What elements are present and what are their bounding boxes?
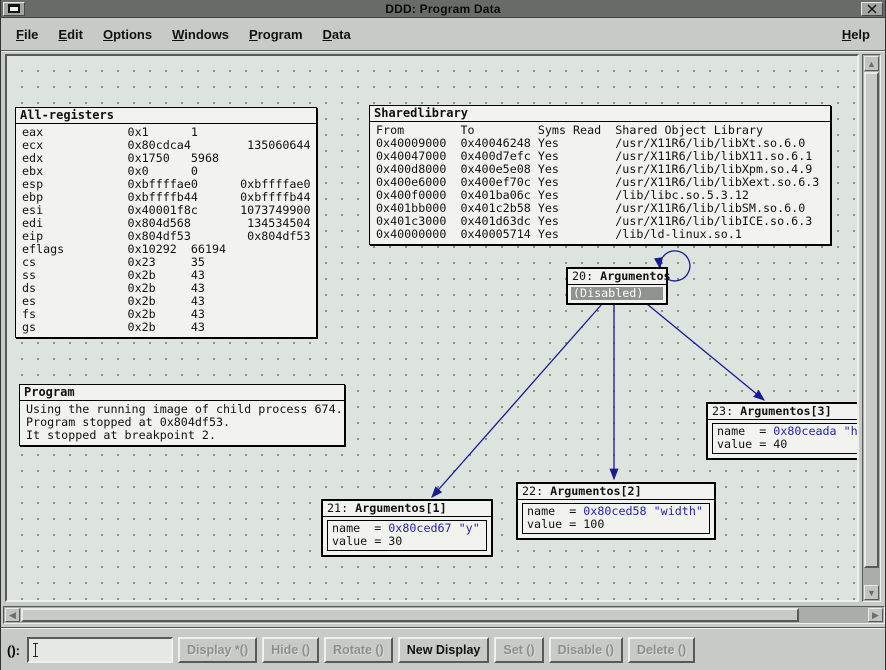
window-title: DDD: Program Data [25,2,861,16]
menu-help[interactable]: Help [839,25,873,44]
node-value-box[interactable]: name =0x80ced58 "width" value =100 [522,503,710,534]
display-button[interactable]: Display *() [178,637,257,663]
data-canvas: All-registers eax 0x1 1ecx 0x80cdca4 135… [5,54,859,602]
scroll-right-button[interactable]: ▶ [868,608,883,622]
vertical-scroll-thumb[interactable] [864,72,879,568]
scroll-down-icon: ▼ [867,588,876,598]
argument-prompt: (): [7,643,20,658]
node-value-box[interactable]: name =0x80ced67 "y" value =30 [327,520,487,551]
menubar: File Edit Options Windows Program Data H… [1,18,885,50]
titlebar[interactable]: DDD: Program Data [1,0,885,18]
display-all-registers[interactable]: All-registers eax 0x1 1ecx 0x80cdca4 135… [15,107,317,338]
menu-options[interactable]: Options [100,25,155,44]
graph-node-20-argumentos[interactable]: 20: Argumentos (Disabled) [566,267,668,305]
vertical-scrollbar[interactable]: ▲ ▼ [862,54,881,602]
program-status-line: It stopped at breakpoint 2. [26,429,338,442]
graph-node-22-argumentos-2[interactable]: 22: Argumentos[2] name =0x80ced58 "width… [516,482,716,540]
node-title: 23: Argumentos[3] [708,404,859,420]
field-value: value =40 [717,438,859,451]
window-menu-icon [8,4,20,13]
registers-body: eax 0x1 1ecx 0x80cdca4 135060644edx 0x17… [16,124,316,337]
menu-edit[interactable]: Edit [55,25,86,44]
display-title: Program [20,385,344,401]
graph-node-21-argumentos-1[interactable]: 21: Argumentos[1] name =0x80ced67 "y" va… [321,499,493,557]
display-title: All-registers [16,108,316,124]
menu-data[interactable]: Data [320,25,354,44]
close-button[interactable] [861,2,883,16]
node-title: 21: Argumentos[1] [323,501,491,517]
close-icon [867,4,877,14]
field-value: value =100 [527,518,705,531]
menu-windows[interactable]: Windows [169,25,232,44]
scroll-up-button[interactable]: ▲ [864,56,879,71]
content-row: All-registers eax 0x1 1ecx 0x80cdca4 135… [1,52,885,604]
display-program-status[interactable]: Program Using the running image of child… [19,384,345,446]
display-title: Sharedlibrary [370,106,830,122]
library-row: 0x40000000 0x40005714 Yes /lib/ld-linux.… [376,228,824,241]
node-title: 22: Argumentos[2] [518,484,714,500]
scroll-down-button[interactable]: ▼ [864,585,879,600]
register-row: gs 0x2b 43 [22,321,310,334]
horizontal-scroll-thumb[interactable] [21,608,799,622]
node-title: 20: Argumentos [568,269,666,285]
horizontal-scrollbar[interactable]: ◀ ▶ [3,606,885,624]
new-display-button[interactable]: New Display [398,637,490,663]
node-value-box[interactable]: name =0x80ceada "h value =40 [712,423,859,454]
field-value: value =30 [332,535,482,548]
graph-node-23-argumentos-3[interactable]: 23: Argumentos[3] name =0x80ceada "h val… [706,402,859,460]
display-sharedlibrary[interactable]: Sharedlibrary From To Syms Read Shared O… [369,105,831,245]
scroll-up-icon: ▲ [867,59,876,69]
rotate-button[interactable]: Rotate () [324,637,393,663]
scroll-right-icon: ▶ [872,610,879,621]
delete-button[interactable]: Delete () [628,637,695,663]
text-cursor [32,643,39,657]
sharedlibrary-body: From To Syms Read Shared Object Library0… [370,122,830,244]
argument-input[interactable] [27,637,173,663]
set-button[interactable]: Set () [494,637,543,663]
node-status-disabled[interactable]: (Disabled) [571,287,663,300]
window-menu-button[interactable] [3,2,25,16]
scroll-left-icon: ◀ [9,610,16,621]
menu-program[interactable]: Program [246,25,305,44]
argument-toolbar: (): Display *() Hide () Rotate () New Di… [1,629,885,670]
ddd-program-data-window: DDD: Program Data File Edit Options Wind… [0,0,886,670]
scroll-left-button[interactable]: ◀ [5,608,20,622]
hide-button[interactable]: Hide () [262,637,319,663]
menu-file[interactable]: File [13,25,41,44]
edge-20-21 [432,304,602,497]
edge-20-23 [647,304,764,400]
program-body: Using the running image of child process… [20,401,344,445]
disable-button[interactable]: Disable () [549,637,623,663]
